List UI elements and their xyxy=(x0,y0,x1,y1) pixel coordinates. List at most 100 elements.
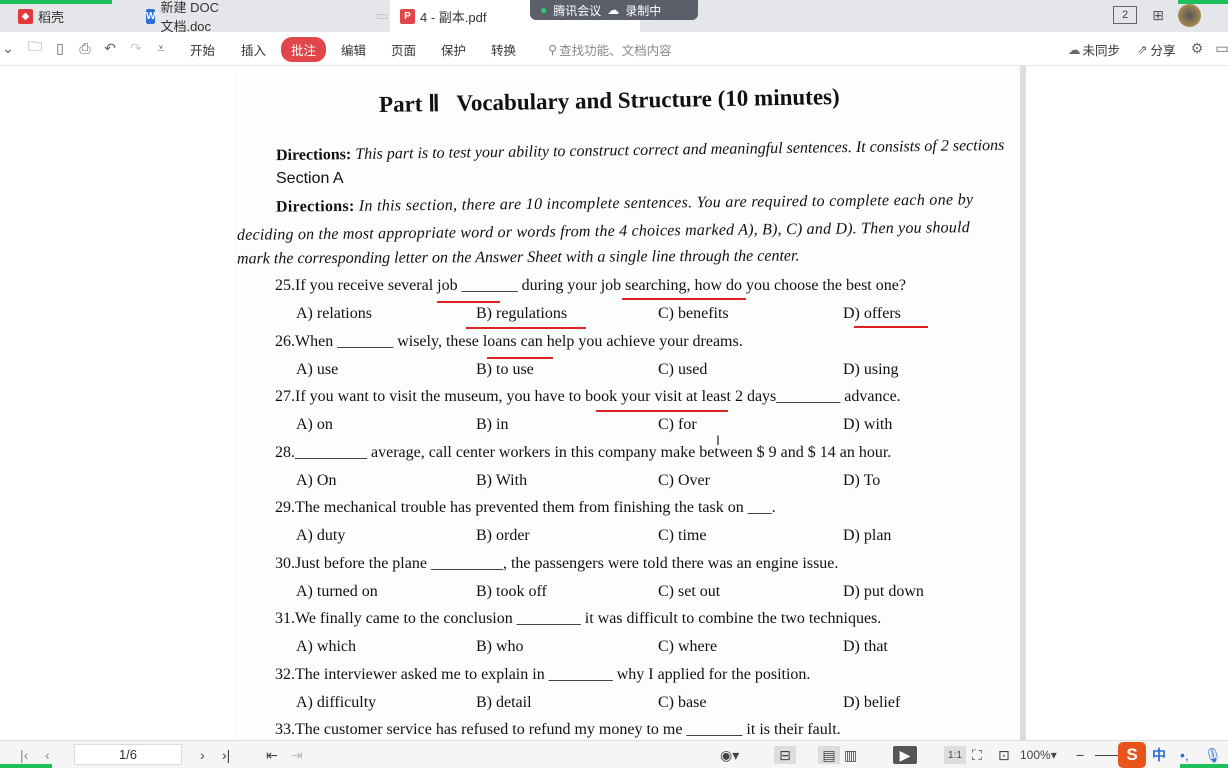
option-a: A) duty xyxy=(296,527,346,544)
back-icon[interactable]: ⇤ xyxy=(266,746,278,764)
menu-convert[interactable]: 转换 xyxy=(491,32,516,66)
option-c: C) where xyxy=(658,638,718,655)
first-page-icon[interactable]: |‹ xyxy=(20,746,28,764)
document-area[interactable]: Part Ⅱ Vocabulary and Structure (10 minu… xyxy=(0,66,1228,740)
avatar[interactable] xyxy=(1178,4,1201,27)
option-d: D) offers xyxy=(843,305,901,322)
cloud-icon: ☁ xyxy=(607,3,620,17)
prev-page-icon[interactable]: ‹ xyxy=(45,746,50,764)
question-25: 25.If you receive several job _______ du… xyxy=(275,277,906,294)
option-b: B) detail xyxy=(476,693,532,711)
menu-annotate[interactable]: 批注 xyxy=(281,36,327,62)
option-d: D) with xyxy=(843,416,893,433)
comment-icon[interactable]: ▭ xyxy=(1214,40,1228,56)
option-d: D) To xyxy=(843,471,881,489)
annotation-underline xyxy=(622,298,746,300)
option-a: A) which xyxy=(296,638,356,655)
fit-width-icon[interactable]: ⊡ xyxy=(998,746,1010,764)
directions-1: Directions: This part is to test your ab… xyxy=(275,136,1005,165)
option-a: A) relations xyxy=(296,305,372,322)
option-a: A) turned on xyxy=(296,582,378,600)
option-c: C) for xyxy=(658,416,697,433)
ime-mode[interactable]: 中 xyxy=(1152,746,1166,764)
menu-page[interactable]: 页面 xyxy=(391,32,416,66)
record-label: 录制中 xyxy=(625,3,662,18)
option-b: B) in xyxy=(476,416,509,433)
two-page-icon[interactable]: ▥ xyxy=(844,746,857,764)
sync-button[interactable]: ☁ 未同步 xyxy=(1068,32,1120,66)
share-label: 分享 xyxy=(1150,43,1176,58)
annotation-underline xyxy=(487,357,553,359)
page-number-input[interactable]: 1/6 xyxy=(74,744,182,765)
share-icon: ⇗ xyxy=(1137,42,1148,57)
continuous-scroll-icon[interactable]: ⊟ xyxy=(774,746,796,764)
option-b: B) took off xyxy=(476,582,547,600)
annotation-underline xyxy=(466,327,586,329)
menu-edit[interactable]: 编辑 xyxy=(341,32,366,66)
option-d: D) using xyxy=(843,360,899,378)
save-icon[interactable]: ▯ xyxy=(52,40,68,56)
page-title: Part Ⅱ Vocabulary and Structure (10 minu… xyxy=(378,83,840,118)
undo-icon[interactable]: ↶ xyxy=(102,40,118,56)
menu-protect[interactable]: 保护 xyxy=(441,32,466,66)
directions-2-line-2: deciding on the most appropriate word or… xyxy=(236,219,970,244)
question-33: 33.The customer service has refused to r… xyxy=(275,721,841,738)
zoom-slider[interactable] xyxy=(1095,755,1120,756)
actual-size-icon[interactable]: 1:1 xyxy=(944,746,966,764)
option-b: B) order xyxy=(476,527,530,544)
menu-insert[interactable]: 插入 xyxy=(241,32,266,66)
menu-start[interactable]: 开始 xyxy=(190,32,215,66)
option-d: D) belief xyxy=(843,693,901,711)
signal-icon: ● xyxy=(540,3,548,17)
punctuation-icon[interactable]: •, xyxy=(1180,746,1189,764)
more-icon[interactable]: ⩡ xyxy=(153,40,169,56)
option-c: C) Over xyxy=(658,471,710,489)
grid-icon[interactable]: ⊞ xyxy=(1148,6,1168,24)
eye-protection-icon[interactable]: ◉▾ xyxy=(720,746,739,764)
option-a: A) use xyxy=(296,360,339,378)
question-27: 27.If you want to visit the museum, you … xyxy=(275,388,901,405)
option-b: B) to use xyxy=(476,360,534,378)
pdf-icon: P xyxy=(400,8,415,24)
meeting-bar[interactable]: ● 腾讯会议 ☁ 录制中 xyxy=(530,0,698,20)
option-d: D) plan xyxy=(843,527,892,544)
toolbar: ⌄ 🗀 ▯ ⎙ ↶ ↷ ⩡ 开始 插入 批注 编辑 页面 保护 转换 ⚲ 查找功能… xyxy=(0,32,1228,66)
settings-icon[interactable]: ⚙ xyxy=(1189,40,1205,56)
sogou-ime-icon[interactable]: S xyxy=(1118,742,1146,768)
last-page-icon[interactable]: ›| xyxy=(222,746,230,764)
search-icon: ⚲ xyxy=(548,42,558,57)
tab-daoke[interactable]: ◆ 稻壳 xyxy=(8,0,133,32)
option-c: C) time xyxy=(658,527,707,544)
option-a: A) On xyxy=(296,471,337,489)
tab-doc[interactable]: W 新建 DOC 文档.doc ▭ xyxy=(136,0,388,34)
directions-2-line-3: mark the corresponding letter on the Ans… xyxy=(236,247,800,268)
option-b: B) With xyxy=(476,471,528,489)
directions-2: Directions: In this section, there are 1… xyxy=(275,191,974,216)
single-page-icon[interactable]: ▤ xyxy=(818,746,840,764)
play-icon[interactable]: ▶ xyxy=(893,746,917,764)
redo-icon[interactable]: ↷ xyxy=(128,40,144,56)
question-26: 26.When _______ wisely, these loans can … xyxy=(275,332,743,350)
share-button[interactable]: ⇗ 分享 xyxy=(1137,32,1176,66)
annotation-underline xyxy=(437,301,500,303)
option-c: C) base xyxy=(658,693,707,711)
chevron-down-icon[interactable]: ⌄ xyxy=(0,40,16,56)
question-28: 28._________ average, call center worker… xyxy=(275,443,892,461)
pdf-page: Part Ⅱ Vocabulary and Structure (10 minu… xyxy=(234,66,1026,740)
annotation-underline xyxy=(596,410,728,412)
microphone-icon[interactable]: 🎙 xyxy=(1204,746,1222,764)
next-page-icon[interactable]: › xyxy=(200,746,205,764)
zoom-select[interactable]: 100% ▾ xyxy=(1020,746,1057,764)
tab-label: 稻壳 xyxy=(38,9,65,25)
tab-label: 新建 DOC 文档.doc xyxy=(160,0,219,34)
meeting-label: 腾讯会议 xyxy=(553,3,602,18)
search-input[interactable]: ⚲ 查找功能、文档内容 xyxy=(548,32,672,66)
fit-page-icon[interactable]: ⛶ xyxy=(972,746,982,764)
open-folder-icon[interactable]: 🗀 xyxy=(27,38,43,56)
page-count-icon[interactable]: 2 xyxy=(1113,6,1137,24)
print-icon[interactable]: ⎙ xyxy=(77,40,93,56)
forward-icon[interactable]: ⇥ xyxy=(291,746,303,764)
zoom-out-icon[interactable]: − xyxy=(1076,746,1084,764)
option-c: C) benefits xyxy=(658,305,729,322)
tab-label: 4 - 副本.pdf xyxy=(420,9,487,25)
